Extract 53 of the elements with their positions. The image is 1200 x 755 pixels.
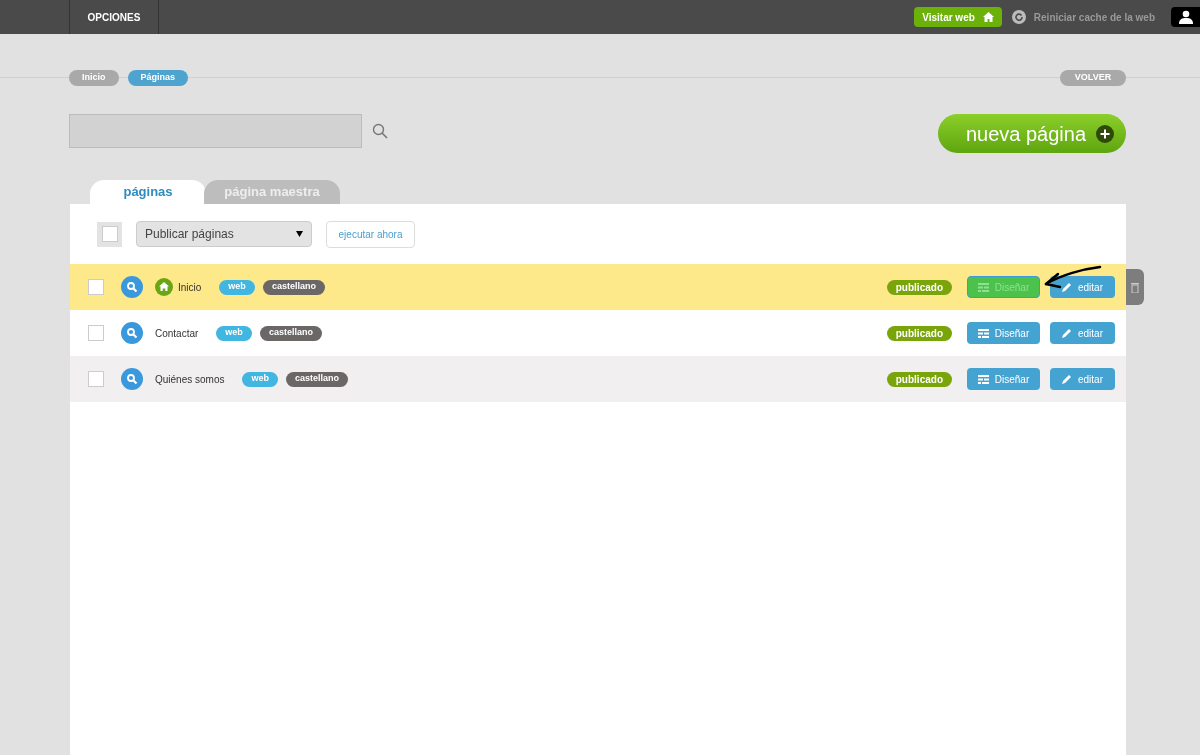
tag: castellano [262,279,325,295]
layout-icon [977,282,989,292]
search-icon[interactable] [372,123,388,139]
tag: web [216,325,252,341]
design-button[interactable]: Diseñar [967,368,1040,390]
breadcrumb[interactable]: Páginas [127,70,189,86]
row-checkbox[interactable] [88,325,104,341]
new-page-button[interactable]: nueva página [938,114,1126,153]
search-icon[interactable] [121,368,143,390]
refresh-icon[interactable] [1011,10,1026,24]
pencil-icon [1062,374,1072,384]
page-title[interactable]: Inicio [178,279,202,295]
reset-cache-link[interactable]: Reiniciar cache de la web [1033,9,1155,25]
status-badge: publicado [886,325,952,341]
options-menu[interactable]: OPCIONES [69,0,159,34]
layout-icon [977,374,989,384]
run-now-button[interactable]: ejecutar ahora [326,220,415,248]
tag: castellano [286,371,349,387]
page-row[interactable]: Quiénes somos web castellano publicado Diseñar editar [70,356,1126,402]
page-title[interactable]: Quiénes somos [155,371,225,387]
edit-button[interactable]: editar [1050,276,1115,298]
page-row[interactable]: Inicio web castellano publicado Diseñar editar [70,264,1126,310]
search-icon[interactable] [121,276,143,298]
visit-web-button[interactable]: Visitar web [914,7,1002,27]
annotation-arrow [1043,265,1103,291]
search-icon[interactable] [121,322,143,344]
status-badge: publicado [886,279,952,295]
breadcrumb[interactable]: Inicio [69,70,119,86]
tag: web [242,371,278,387]
trash-icon [1131,281,1139,293]
home-icon [982,12,994,22]
page-title[interactable]: Contactar [155,325,199,341]
row-checkbox[interactable] [88,371,104,387]
status-badge: publicado [886,371,952,387]
pencil-icon [1062,282,1072,292]
design-button[interactable]: Diseñar [967,276,1040,298]
plus-icon [1096,124,1114,143]
back-button[interactable]: VOLVER [1060,70,1126,86]
dropdown-caret-icon [296,231,303,237]
edit-button[interactable]: editar [1050,368,1115,390]
tab[interactable]: páginas [90,180,206,204]
user-avatar[interactable] [1171,7,1200,27]
tag: web [219,279,255,295]
pencil-icon [1062,328,1072,338]
select-all-checkbox[interactable] [97,221,122,247]
edit-button[interactable]: editar [1050,322,1115,344]
row-checkbox[interactable] [88,279,104,295]
layout-icon [977,328,989,338]
design-button[interactable]: Diseñar [967,322,1040,344]
tag: castellano [259,325,322,341]
delete-tab[interactable] [1126,269,1144,305]
bulk-action-select[interactable]: Publicar páginas [136,221,312,247]
search-field[interactable] [69,114,362,148]
